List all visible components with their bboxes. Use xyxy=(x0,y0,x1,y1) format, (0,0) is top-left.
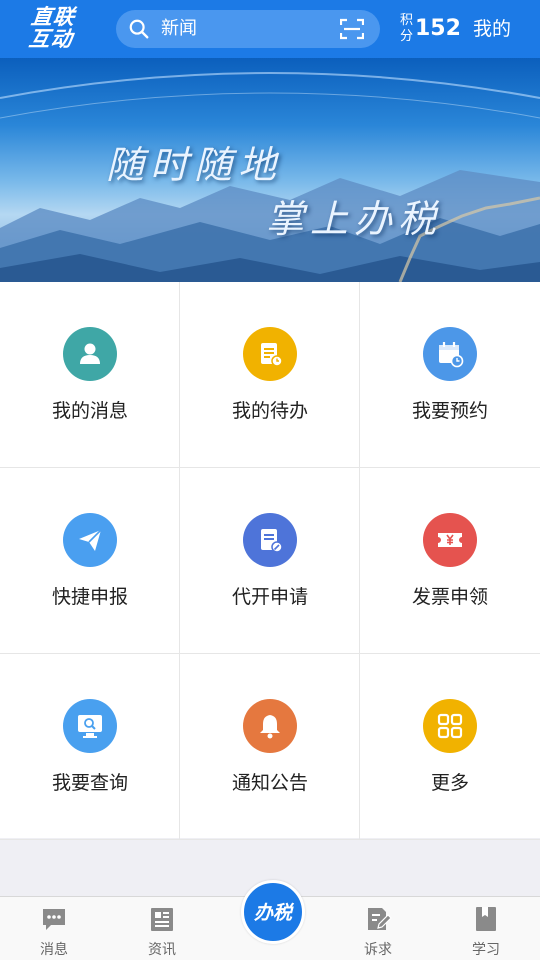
grid-item-my-messages[interactable]: 我的消息 xyxy=(0,282,180,468)
calendar-icon xyxy=(439,342,464,368)
banner[interactable]: 随时随地 掌上办税 xyxy=(0,58,540,282)
grid-item-quick-filing[interactable]: 快捷申报 xyxy=(0,468,180,654)
search-icon xyxy=(129,19,149,39)
scan-icon[interactable] xyxy=(340,18,364,40)
paper-plane-icon xyxy=(79,529,102,551)
edit-document-icon xyxy=(261,529,283,553)
grid-item-label: 发票申领 xyxy=(411,586,488,608)
grid-item-appointment[interactable]: 我要预约 xyxy=(360,282,540,468)
tab-label: 消息 xyxy=(40,942,68,958)
banner-slogan-1: 随时随地 xyxy=(106,143,283,187)
tab-messages[interactable]: 消息 xyxy=(4,897,104,960)
grid-item-label: 我要预约 xyxy=(411,400,488,422)
top-header: 直联 互动 新闻 积分 152 我的 xyxy=(0,0,540,58)
grid-item-label: 我要查询 xyxy=(51,772,128,794)
grid-item-invoice-request[interactable]: 代开申请 xyxy=(180,468,360,654)
todo-document-icon xyxy=(261,343,283,367)
points-value[interactable]: 152 xyxy=(415,15,461,43)
points-label: 积分 xyxy=(400,13,414,44)
icon-circle xyxy=(243,699,297,753)
tab-appeals[interactable]: 诉求 xyxy=(328,897,428,960)
grid-item-notices[interactable]: 通知公告 xyxy=(180,654,360,840)
grid-item-invoice-claim[interactable]: 发票申领 xyxy=(360,468,540,654)
icon-circle xyxy=(423,513,477,567)
grid-item-label: 代开申请 xyxy=(231,586,308,608)
document-pen-icon xyxy=(368,908,392,930)
monitor-search-icon xyxy=(78,715,102,738)
chat-bubble-icon xyxy=(43,909,65,930)
function-grid: 我的消息 我的待办 我要预约 快捷申报 代开申请 发票申领 我要查询 通知公告 … xyxy=(0,282,540,840)
newspaper-icon xyxy=(151,908,173,931)
search-bar[interactable]: 新闻 xyxy=(116,10,380,48)
tab-news[interactable]: 资讯 xyxy=(112,897,212,960)
mine-button[interactable]: 我的 xyxy=(473,16,511,42)
grid-item-label: 通知公告 xyxy=(231,772,308,794)
tab-tax-handling[interactable]: 办税 xyxy=(241,880,305,944)
grid-item-label: 更多 xyxy=(430,772,469,794)
grid-item-label: 快捷申报 xyxy=(51,586,128,608)
tab-label: 资讯 xyxy=(148,942,176,958)
logo-line-2: 互动 xyxy=(27,27,75,51)
grid-item-query[interactable]: 我要查询 xyxy=(0,654,180,840)
tab-study[interactable]: 学习 xyxy=(436,897,536,960)
grid-item-label: 我的待办 xyxy=(231,400,308,422)
search-placeholder: 新闻 xyxy=(161,18,197,39)
logo-line-1: 直联 xyxy=(29,5,77,29)
book-icon xyxy=(476,907,496,931)
icon-circle xyxy=(243,327,297,381)
app-logo: 直联 互动 xyxy=(27,5,105,51)
grid-item-label: 我的消息 xyxy=(51,400,128,422)
tab-label: 诉求 xyxy=(364,942,392,958)
icon-circle xyxy=(243,513,297,567)
person-icon xyxy=(80,343,100,364)
invoice-yen-icon xyxy=(438,533,462,547)
grid-more-icon xyxy=(437,713,463,739)
bell-icon xyxy=(260,715,280,739)
icon-circle xyxy=(63,513,117,567)
icon-circle xyxy=(423,699,477,753)
icon-circle xyxy=(423,327,477,381)
grid-item-my-todo[interactable]: 我的待办 xyxy=(180,282,360,468)
icon-circle xyxy=(63,699,117,753)
tab-label: 学习 xyxy=(472,942,500,958)
grid-item-more[interactable]: 更多 xyxy=(360,654,540,840)
center-tab-label: 办税 xyxy=(253,902,292,924)
icon-circle xyxy=(63,327,117,381)
banner-slogan-2: 掌上办税 xyxy=(266,197,443,241)
